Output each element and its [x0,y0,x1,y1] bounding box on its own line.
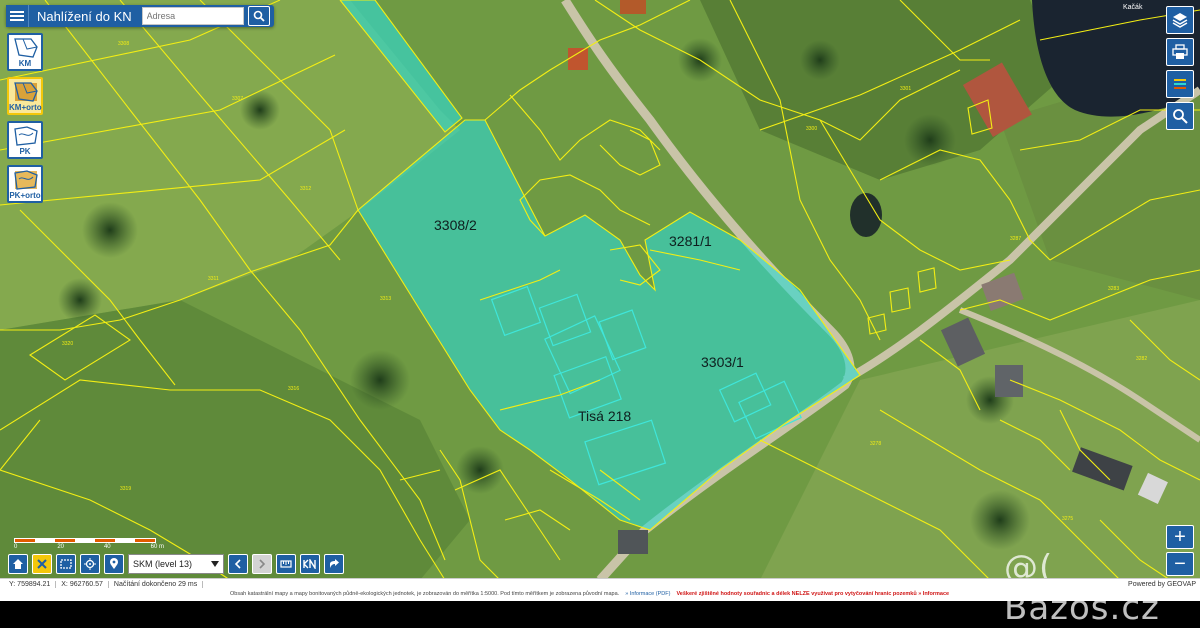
building-label-tisa-218: Tisá 218 [578,408,631,424]
bottom-toolbar: SKM (level 13) [8,554,344,574]
cadastral-orto-icon [14,82,38,102]
scale-labels: 0 20 40 60 m [14,544,164,550]
chevron-down-icon [211,561,219,567]
home-button[interactable] [8,554,28,574]
x-coordinate: X: 962760.57 [56,581,109,588]
layer-pk-orto-button[interactable]: PK+orto [7,165,43,203]
locate-button[interactable] [80,554,100,574]
layer-pk-label: PK [19,147,31,156]
kn-info-button[interactable] [300,554,320,574]
zoom-box-button[interactable] [56,554,76,574]
scale-bar: 0 20 40 60 m [14,538,164,550]
layers-button[interactable] [1166,6,1194,34]
print-icon [1172,44,1188,59]
svg-text:3308: 3308 [118,41,129,47]
close-icon [37,559,47,569]
layer-switcher: KM KM+orto PK PK+orto [7,33,43,203]
place-label: Kačák [1123,4,1143,11]
zoom-in-button[interactable]: + [1166,525,1194,549]
svg-text:3283: 3283 [1108,286,1119,292]
scale-tick: 40 [103,544,111,550]
info-pdf-link[interactable]: » Informace (PDF) [625,591,670,597]
share-arrow-icon [330,559,339,568]
cadastral-map[interactable]: 3308 3307 3312 3311 3313 3316 3319 3320 3300… [0,0,1200,600]
svg-text:3307: 3307 [232,96,243,102]
next-view-button[interactable] [252,554,272,574]
kn-icon [303,559,316,569]
home-icon [13,559,23,569]
svg-text:3316: 3316 [288,386,299,392]
powered-by[interactable]: Powered by GEOVAP [1128,581,1196,588]
scale-bar-graphic [14,538,156,543]
crosshair-icon [84,558,96,570]
svg-text:3301: 3301 [900,86,911,92]
map-layer-select[interactable]: SKM (level 13) [128,554,224,574]
parcel-label-3281-1: 3281/1 [669,233,712,249]
search-icon [253,10,265,22]
svg-text:3287: 3287 [1010,236,1021,242]
chevron-right-icon [259,559,266,569]
display-notice: Obsah katastrální mapy a mapy bonitovaný… [230,591,620,597]
cadastral-map-icon [14,38,38,58]
layer-pk-button[interactable]: PK [7,121,43,159]
svg-text:3312: 3312 [300,186,311,192]
svg-text:3275: 3275 [1062,516,1073,522]
layer-km-orto-label: KM+orto [9,103,42,112]
map-layer-select-value: SKM (level 13) [133,559,193,569]
menu-button[interactable] [6,5,29,27]
map-pin-icon [110,558,118,569]
scale-tick: 20 [57,544,64,550]
address-search-input[interactable] [141,7,244,25]
search-button[interactable] [247,6,270,26]
layer-km-button[interactable]: KM [7,33,43,71]
identify-button[interactable] [1166,102,1194,130]
layer-pk-orto-label: PK+orto [9,191,41,200]
print-button[interactable] [1166,38,1194,66]
hamburger-icon [10,11,24,21]
app-title[interactable]: Nahlížení do KN [29,9,142,24]
svg-text:3278: 3278 [870,441,881,447]
scale-tick: 0 [14,544,18,550]
magnifier-icon [1173,109,1188,124]
legend-button[interactable] [1166,70,1194,98]
svg-text:3313: 3313 [380,296,391,302]
share-button[interactable] [324,554,344,574]
previous-view-button[interactable] [228,554,248,574]
coordinate-warning: Veškeré zjištěné hodnoty souřadnic a dél… [676,591,950,597]
land-register-orto-icon [14,170,38,190]
parcel-label-3308-2: 3308/2 [434,217,477,233]
legend-icon [1174,79,1186,89]
svg-text:3300: 3300 [806,126,817,132]
chevron-left-icon [234,559,241,569]
loading-status: Načítání dokončeno 29 ms [109,581,204,588]
scale-tick: 60 m [150,544,164,550]
right-toolbar [1166,6,1194,130]
layer-km-orto-button[interactable]: KM+orto [7,77,43,115]
status-bar: Y: 759894.21 X: 962760.57 Načítání dokon… [0,578,1200,601]
svg-text:3320: 3320 [62,341,73,347]
svg-text:3282: 3282 [1136,356,1147,362]
box-zoom-icon [60,559,72,569]
svg-text:3319: 3319 [120,486,131,492]
marker-button[interactable] [104,554,124,574]
parcel-label-3303-1: 3303/1 [701,354,744,370]
ruler-icon [280,560,292,568]
top-bar: Nahlížení do KN [6,5,274,27]
clear-selection-button[interactable] [32,554,52,574]
layer-km-label: KM [18,59,32,68]
svg-text:3311: 3311 [208,276,219,282]
layers-icon [1172,13,1188,28]
land-register-map-icon [14,126,38,146]
y-coordinate: Y: 759894.21 [4,581,57,588]
measure-button[interactable] [276,554,296,574]
